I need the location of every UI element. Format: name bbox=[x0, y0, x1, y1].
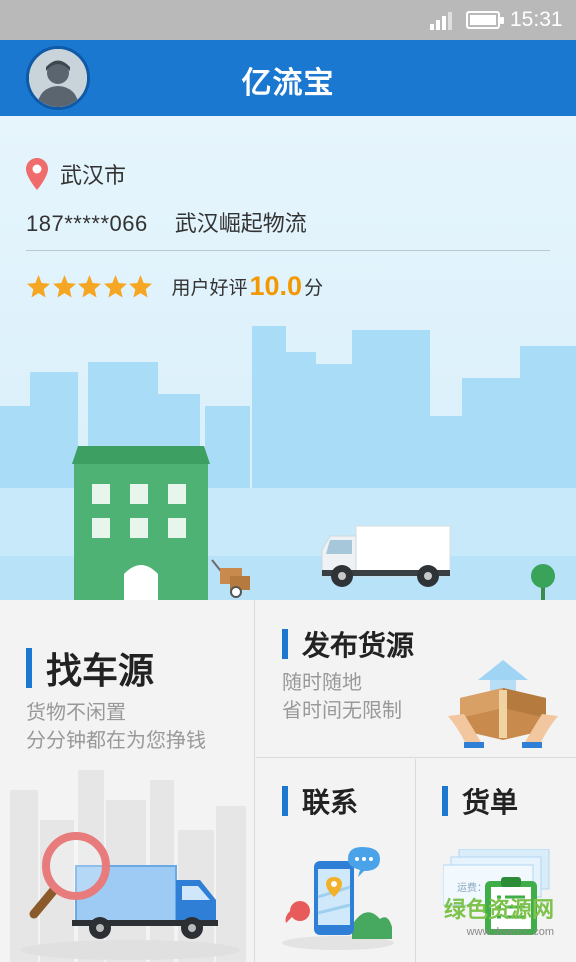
package-upload-icon bbox=[448, 660, 558, 748]
battery-icon bbox=[466, 11, 504, 29]
phone-number: 187*****066 bbox=[26, 211, 148, 236]
subtitle-line-1: 随时随地 bbox=[282, 670, 362, 694]
location-pin-icon bbox=[26, 158, 48, 190]
phone-map-icon bbox=[282, 847, 394, 950]
watermark: 绿色资源网 www.downcc.com bbox=[444, 892, 554, 938]
contacts-title: 联系 bbox=[282, 781, 358, 821]
rating-label: 用户好评 bbox=[171, 276, 248, 299]
publish-cargo-subtitle: 随时随地 省时间无限制 bbox=[282, 668, 402, 724]
publish-cargo-title: 发布货源 bbox=[282, 624, 414, 664]
star-icon bbox=[103, 274, 127, 298]
contacts-label: 联系 bbox=[302, 786, 359, 819]
divider bbox=[26, 250, 550, 251]
find-vehicle-title: 找车源 bbox=[26, 642, 154, 694]
rating-unit: 分 bbox=[304, 276, 324, 299]
magnifier-truck-icon bbox=[29, 832, 218, 939]
watermark-text: 绿色资源网 bbox=[443, 898, 554, 923]
title-accent-bar bbox=[442, 786, 448, 816]
title-accent-bar bbox=[26, 648, 32, 688]
find-vehicle-label: 找车源 bbox=[46, 651, 155, 692]
city-label: 武汉市 bbox=[60, 164, 127, 189]
location-row: 武汉市 bbox=[26, 156, 126, 192]
feature-grid: 找车源 货物不闲置 分分钟都在为您挣钱 发布货源 随时随地 省时间无限制 联系 … bbox=[0, 600, 576, 962]
orders-title: 货单 bbox=[442, 781, 518, 821]
orders-label: 货单 bbox=[462, 786, 519, 819]
star-icon bbox=[52, 274, 76, 298]
subtitle-line-2: 分分钟都在为您挣钱 bbox=[26, 728, 206, 752]
app-title: 亿流宝 bbox=[241, 66, 335, 101]
contacts-tile[interactable]: 联系 bbox=[256, 759, 416, 962]
star-rating bbox=[26, 274, 154, 299]
company-name: 武汉崛起物流 bbox=[174, 212, 307, 237]
signal-icon bbox=[430, 12, 452, 30]
status-time: 15:31 bbox=[510, 8, 563, 31]
subtitle-line-2: 省时间无限制 bbox=[282, 698, 402, 722]
title-accent-bar bbox=[282, 786, 288, 816]
watermark-url: www.downcc.com bbox=[466, 926, 554, 938]
publish-cargo-tile[interactable]: 发布货源 随时随地 省时间无限制 bbox=[256, 600, 576, 758]
app-header: 亿流宝 bbox=[0, 40, 576, 116]
rating-row: 用户好评 10.0 分 bbox=[26, 266, 323, 306]
star-icon bbox=[129, 274, 152, 298]
find-vehicle-subtitle: 货物不闲置 分分钟都在为您挣钱 bbox=[26, 698, 206, 754]
star-icon bbox=[78, 274, 101, 298]
subtitle-line-1: 货物不闲置 bbox=[26, 700, 126, 724]
rating-score: 10.0 bbox=[249, 270, 303, 301]
find-vehicle-tile[interactable]: 找车源 货物不闲置 分分钟都在为您挣钱 bbox=[0, 600, 255, 962]
building-illustration bbox=[72, 446, 210, 600]
star-icon bbox=[27, 274, 50, 298]
status-bar: 15:31 bbox=[0, 0, 576, 40]
title-accent-bar bbox=[282, 629, 288, 659]
profile-banner: 武汉市 187*****066 武汉崛起物流 用户好评 10.0 分 bbox=[0, 116, 576, 600]
contact-row: 187*****066 武汉崛起物流 bbox=[26, 206, 307, 238]
publish-cargo-label: 发布货源 bbox=[302, 629, 415, 662]
